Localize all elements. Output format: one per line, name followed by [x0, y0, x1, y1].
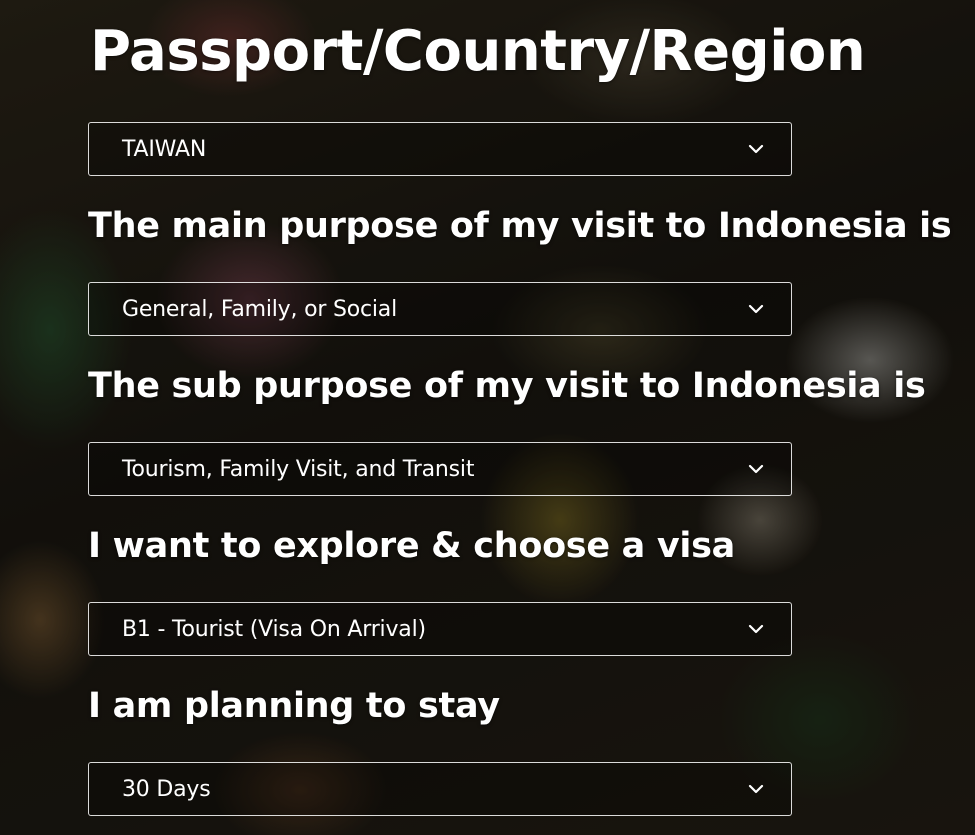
stay-duration-value: 30 Days [122, 776, 211, 802]
page-title: Passport/Country/Region [90, 19, 866, 84]
sub-purpose-select[interactable]: Tourism, Family Visit, and Transit [88, 442, 792, 496]
main-purpose-value: General, Family, or Social [122, 296, 397, 322]
passport-country-select[interactable]: TAIWAN [88, 122, 792, 176]
main-purpose-select[interactable]: General, Family, or Social [88, 282, 792, 336]
visa-value: B1 - Tourist (Visa On Arrival) [122, 616, 426, 642]
main-purpose-label: The main purpose of my visit to Indonesi… [88, 206, 952, 246]
sub-purpose-value: Tourism, Family Visit, and Transit [122, 456, 475, 482]
chevron-down-icon [747, 783, 765, 795]
stay-label: I am planning to stay [88, 686, 500, 726]
chevron-down-icon [747, 463, 765, 475]
chevron-down-icon [747, 623, 765, 635]
visa-select[interactable]: B1 - Tourist (Visa On Arrival) [88, 602, 792, 656]
stay-duration-select[interactable]: 30 Days [88, 762, 792, 816]
chevron-down-icon [747, 303, 765, 315]
passport-country-value: TAIWAN [122, 136, 207, 162]
sub-purpose-label: The sub purpose of my visit to Indonesia… [88, 366, 926, 406]
chevron-down-icon [747, 143, 765, 155]
visa-label: I want to explore & choose a visa [88, 526, 735, 566]
